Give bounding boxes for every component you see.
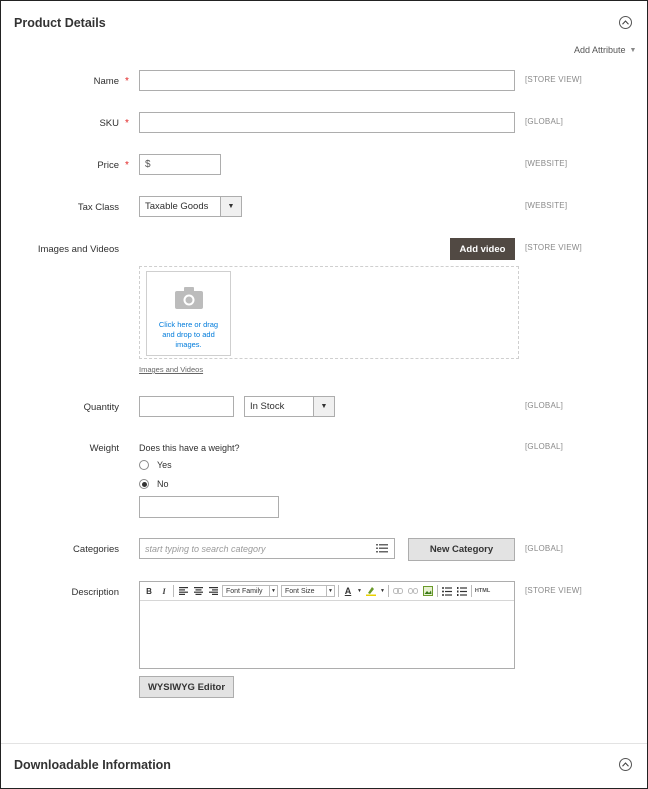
add-attribute-label: Add Attribute [574, 45, 626, 55]
images-scope: [STORE VIEW] [525, 243, 582, 252]
font-size-label: Font Size [285, 587, 315, 595]
price-label-text: Price [97, 160, 119, 171]
chevron-down-icon: ▼ [326, 586, 334, 596]
chevron-down-icon: ▼ [629, 46, 637, 54]
quantity-scope: [GLOBAL] [525, 401, 564, 410]
required-marker: * [125, 160, 129, 171]
radio-button[interactable] [139, 479, 149, 489]
toolbar-divider [470, 585, 472, 597]
sku-label-text: SKU [99, 118, 119, 129]
text-color-button[interactable]: A [342, 585, 354, 597]
font-family-select[interactable]: Font Family ▼ [222, 585, 278, 597]
radio-selected-dot [141, 481, 147, 487]
align-right-icon[interactable] [207, 585, 219, 597]
highlight-color-icon[interactable] [365, 585, 377, 597]
weight-option-no[interactable]: No [139, 479, 169, 489]
images-caption-link[interactable]: Images and Videos [139, 365, 203, 374]
price-label: Price [1, 160, 119, 171]
weight-label: Weight [89, 443, 119, 454]
add-attribute-button[interactable]: Add Attribute ▼ [574, 45, 636, 55]
weight-input[interactable] [139, 496, 279, 518]
tax-class-scope: [WEBSITE] [525, 201, 568, 210]
section-title: Product Details [14, 16, 106, 30]
editor-toolbar: B I Font Family ▼ Font Size ▼ A ▼ ▼ HTML [140, 582, 514, 601]
description-scope: [STORE VIEW] [525, 586, 582, 595]
product-form-page: Product Details Add Attribute ▼ Name * [… [0, 0, 648, 789]
html-source-button[interactable]: HTML [475, 588, 490, 594]
tax-class-label: Tax Class [77, 202, 119, 213]
description-label: Description [71, 587, 119, 598]
quantity-label: Quantity [83, 402, 119, 413]
stock-status-value: In Stock [250, 401, 285, 412]
name-input[interactable] [139, 70, 515, 91]
align-left-icon[interactable] [177, 585, 189, 597]
price-scope: [WEBSITE] [525, 159, 568, 168]
tax-class-select[interactable]: Taxable Goods ▼ [139, 196, 242, 217]
collapse-icon[interactable] [619, 758, 632, 771]
chevron-down-icon[interactable]: ▼ [380, 588, 385, 594]
radio-button[interactable] [139, 460, 149, 470]
categories-search-input[interactable]: start typing to search category [139, 538, 395, 559]
chevron-down-icon: ▼ [220, 197, 241, 216]
currency-symbol: $ [145, 159, 151, 170]
toolbar-divider [338, 585, 339, 597]
image-insert-icon[interactable] [422, 585, 434, 597]
price-input[interactable]: $ [139, 154, 221, 175]
chevron-down-icon[interactable]: ▼ [357, 588, 362, 594]
weight-option-yes[interactable]: Yes [139, 460, 172, 470]
toolbar-divider [436, 585, 438, 597]
description-textarea[interactable] [140, 601, 514, 668]
categories-scope: [GLOBAL] [525, 544, 564, 553]
sku-label: SKU [1, 118, 119, 129]
quantity-input[interactable] [139, 396, 234, 417]
new-category-button[interactable]: New Category [408, 538, 515, 561]
upload-instructions: Click here or drag and drop to add image… [158, 320, 219, 349]
name-label: Name [1, 76, 119, 87]
numbered-list-icon[interactable] [456, 585, 468, 597]
stock-status-select[interactable]: In Stock ▼ [244, 396, 335, 417]
font-family-label: Font Family [226, 587, 263, 595]
weight-question: Does this have a weight? [139, 443, 240, 453]
camera-icon [174, 287, 203, 314]
radio-label: Yes [157, 460, 172, 470]
categories-label: Categories [73, 544, 119, 555]
align-center-icon[interactable] [192, 585, 204, 597]
sku-input[interactable] [139, 112, 515, 133]
sku-scope: [GLOBAL] [525, 117, 564, 126]
required-marker: * [125, 76, 129, 87]
wysiwyg-editor-button[interactable]: WYSIWYG Editor [139, 676, 234, 698]
bold-button[interactable]: B [143, 585, 155, 597]
chevron-down-icon: ▼ [269, 586, 277, 596]
italic-button[interactable]: I [158, 585, 170, 597]
image-upload-box[interactable]: Click here or drag and drop to add image… [146, 271, 231, 356]
link-icon[interactable] [392, 585, 404, 597]
categories-placeholder: start typing to search category [145, 543, 266, 554]
chevron-down-icon: ▼ [313, 397, 334, 416]
section-divider [1, 743, 647, 744]
tax-class-value: Taxable Goods [145, 201, 209, 212]
bullet-list-icon[interactable] [441, 585, 453, 597]
list-icon [376, 540, 388, 558]
collapse-icon[interactable] [619, 16, 632, 29]
toolbar-divider [387, 585, 389, 597]
weight-scope: [GLOBAL] [525, 442, 564, 451]
name-label-text: Name [93, 76, 119, 87]
radio-label: No [157, 479, 169, 489]
add-video-button[interactable]: Add video [450, 238, 515, 260]
required-marker: * [125, 118, 129, 129]
font-size-select[interactable]: Font Size ▼ [281, 585, 335, 597]
images-label: Images and Videos [37, 244, 119, 255]
toolbar-divider [173, 585, 174, 597]
description-editor: B I Font Family ▼ Font Size ▼ A ▼ ▼ HTML [139, 581, 515, 669]
unlink-icon[interactable] [407, 585, 419, 597]
downloadable-section-title[interactable]: Downloadable Information [14, 758, 171, 772]
name-scope: [STORE VIEW] [525, 75, 582, 84]
